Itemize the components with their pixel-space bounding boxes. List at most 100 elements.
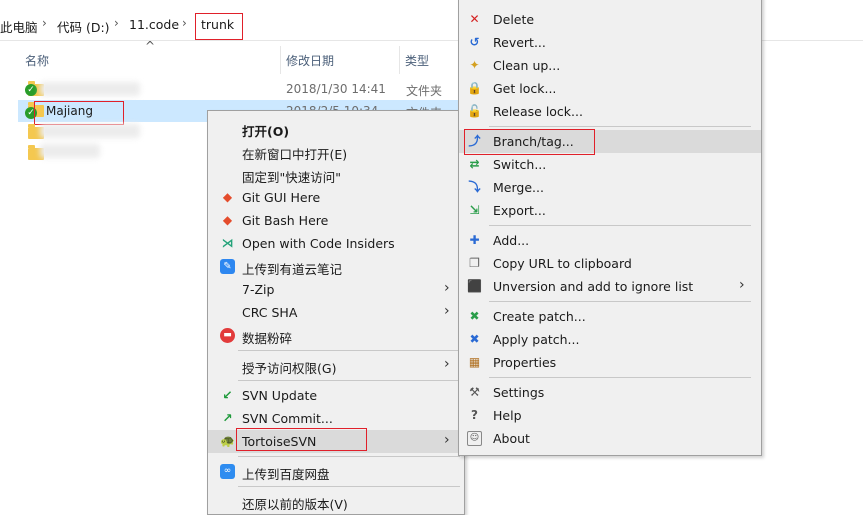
lock-icon: 🔒 (467, 81, 482, 95)
breadcrumb-code[interactable]: 11.code (129, 17, 179, 32)
breadcrumb-separator[interactable]: › (114, 16, 119, 30)
column-header-name[interactable]: 名称 (25, 52, 49, 69)
menu-item-open[interactable]: 打开(O) (208, 117, 464, 140)
cleanup-icon: ✦ (469, 58, 480, 72)
menu-item-cleanup[interactable]: ✦ Clean up... (459, 54, 761, 77)
help-icon: ? (471, 408, 478, 422)
revert-icon: ↺ (469, 35, 480, 49)
menu-item-switch[interactable]: ⇄ Switch... (459, 153, 761, 176)
menu-item-crc-sha[interactable]: CRC SHA › (208, 301, 464, 324)
sort-ascending-icon: ^ (145, 39, 156, 53)
file-row[interactable]: ✓ 2018/1/30 14:41 文件夹 (18, 78, 463, 100)
menu-item-svn-update[interactable]: ↙ SVN Update (208, 384, 464, 407)
menu-item-label: Delete (493, 12, 535, 27)
column-header-date[interactable]: 修改日期 (286, 52, 334, 69)
menu-item-label: TortoiseSVN (242, 434, 317, 449)
column-divider[interactable] (399, 46, 400, 74)
menu-item-get-lock[interactable]: 🔒 Get lock... (459, 77, 761, 100)
svn-normal-overlay-icon: ✓ (25, 107, 37, 119)
settings-icon: ⚒ (469, 385, 480, 399)
breadcrumb-separator[interactable]: › (182, 16, 187, 30)
menu-item-label: Create patch... (493, 309, 586, 324)
menu-item-label: Release lock... (493, 104, 583, 119)
menu-item-open-new-window[interactable]: 在新窗口中打开(E) (208, 140, 464, 163)
rename-icon: ▪ (467, 0, 482, 2)
svn-normal-overlay-icon: ✓ (25, 84, 37, 96)
menu-separator (489, 126, 751, 127)
breadcrumb-separator[interactable]: › (42, 16, 47, 30)
menu-item-label: Add... (493, 233, 530, 248)
menu-item-about[interactable]: ☺ About (459, 427, 761, 450)
menu-item-unversion-ignore[interactable]: ⬛ Unversion and add to ignore list › (459, 275, 761, 298)
menu-item-restore-previous[interactable]: 还原以前的版本(V) (208, 490, 464, 513)
menu-item-git-gui[interactable]: ◆ Git GUI Here (208, 186, 464, 209)
menu-item-youdao-note[interactable]: ✎ 上传到有道云笔记 (208, 255, 464, 278)
tortoisesvn-submenu: ▪ ✕ Delete ↺ Revert... ✦ Clean up... 🔒 G… (458, 0, 762, 456)
menu-item-git-bash[interactable]: ◆ Git Bash Here (208, 209, 464, 232)
menu-item-baidu-netdisk[interactable]: ∞ 上传到百度网盘 (208, 460, 464, 483)
breadcrumb-this-pc[interactable]: 此电脑 (0, 17, 38, 36)
menu-item-add[interactable]: ✚ Add... (459, 229, 761, 252)
menu-item-export[interactable]: ⇲ Export... (459, 199, 761, 222)
menu-item-branch-tag[interactable]: ⤴ Branch/tag... (459, 130, 761, 153)
menu-item-label: Branch/tag... (493, 134, 574, 149)
menu-item-label: Get lock... (493, 81, 557, 96)
menu-item-label: Copy URL to clipboard (493, 256, 632, 271)
menu-item-label: Apply patch... (493, 332, 580, 347)
redacted-filename (40, 144, 100, 158)
menu-item-help[interactable]: ? Help (459, 404, 761, 427)
breadcrumb-drive-d[interactable]: 代码 (D:) (57, 17, 110, 36)
menu-item-label: 数据粉碎 (242, 331, 293, 346)
apply-patch-icon: ✖ (469, 332, 480, 346)
redacted-filename (40, 124, 140, 138)
context-menu: 打开(O) 在新窗口中打开(E) 固定到"快速访问" ◆ Git GUI Her… (207, 110, 465, 515)
menu-item-label: Properties (493, 355, 557, 370)
menu-item-label: 在新窗口中打开(E) (242, 147, 348, 162)
delete-icon: ✕ (469, 12, 480, 26)
menu-item-label: 7-Zip (242, 282, 275, 297)
menu-item-tortoisesvn[interactable]: 🐢 TortoiseSVN › (208, 430, 464, 453)
menu-item-label: SVN Update (242, 388, 318, 403)
file-type: 文件夹 (406, 84, 443, 98)
menu-item-merge[interactable]: ⤵ Merge... (459, 176, 761, 199)
menu-item-rename-partial[interactable]: ▪ (459, 0, 761, 3)
menu-item-open-code-insiders[interactable]: ⋊ Open with Code Insiders (208, 232, 464, 255)
menu-separator (489, 225, 751, 226)
menu-item-copy-url[interactable]: ❐ Copy URL to clipboard (459, 252, 761, 275)
submenu-arrow-icon: › (739, 277, 745, 293)
add-icon: ✚ (469, 233, 480, 247)
menu-item-label: CRC SHA (242, 305, 298, 320)
menu-separator (489, 301, 751, 302)
about-icon: ☺ (467, 431, 482, 446)
breadcrumb-trunk[interactable]: trunk (201, 17, 234, 32)
menu-item-properties[interactable]: ▦ Properties (459, 351, 761, 374)
column-divider[interactable] (280, 46, 281, 74)
submenu-arrow-icon: › (444, 303, 450, 319)
menu-item-label: 授予访问权限(G) (242, 361, 337, 376)
submenu-arrow-icon: › (444, 432, 450, 448)
menu-item-7zip[interactable]: 7-Zip › (208, 278, 464, 301)
menu-item-label: 上传到百度网盘 (242, 467, 330, 482)
shredder-icon: ▬ (220, 328, 235, 343)
menu-separator (238, 350, 460, 351)
file-name: Majiang (46, 104, 93, 118)
menu-item-revert[interactable]: ↺ Revert... (459, 31, 761, 54)
menu-item-svn-commit[interactable]: ↗ SVN Commit... (208, 407, 464, 430)
menu-item-give-access[interactable]: 授予访问权限(G) › (208, 354, 464, 377)
menu-item-label: Unversion and add to ignore list (493, 279, 694, 294)
menu-item-shred-data[interactable]: ▬ 数据粉碎 (208, 324, 464, 347)
menu-item-release-lock[interactable]: 🔓 Release lock... (459, 100, 761, 123)
menu-item-label: Help (493, 408, 522, 423)
menu-item-label: 还原以前的版本(V) (242, 497, 348, 512)
menu-item-delete[interactable]: ✕ Delete (459, 8, 761, 31)
menu-item-label: 固定到"快速访问" (242, 170, 341, 185)
menu-item-settings[interactable]: ⚒ Settings (459, 381, 761, 404)
menu-item-pin-quick-access[interactable]: 固定到"快速访问" (208, 163, 464, 186)
menu-item-create-patch[interactable]: ✖ Create patch... (459, 305, 761, 328)
properties-icon: ▦ (468, 355, 481, 369)
branch-icon: ⤴ (468, 134, 481, 148)
menu-separator (238, 456, 460, 457)
menu-item-label: Clean up... (493, 58, 561, 73)
menu-item-apply-patch[interactable]: ✖ Apply patch... (459, 328, 761, 351)
column-header-type[interactable]: 类型 (405, 52, 429, 69)
